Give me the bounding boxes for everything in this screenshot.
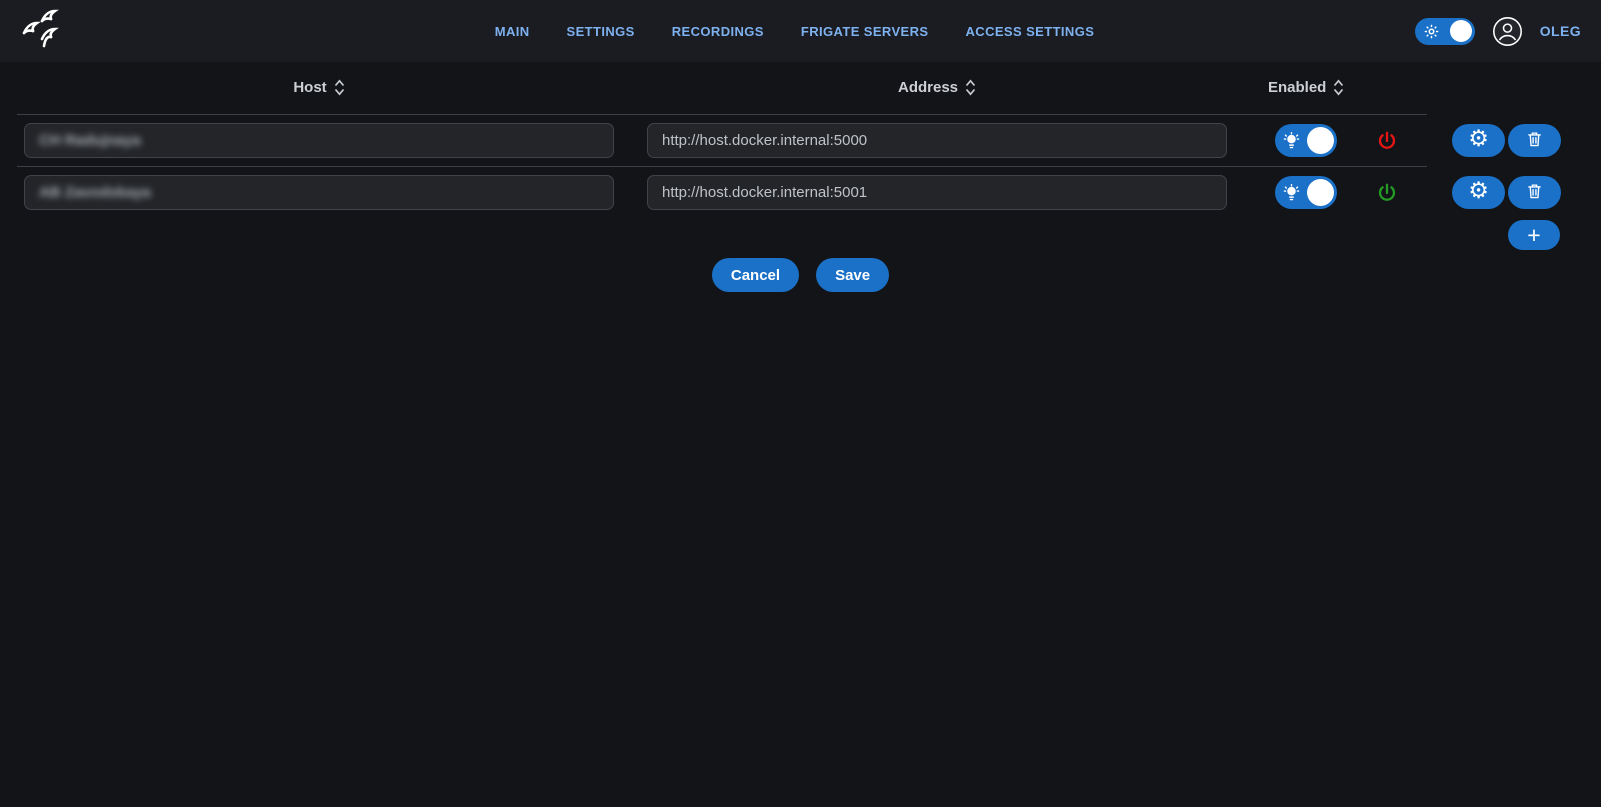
enabled-toggle[interactable] — [1275, 124, 1337, 157]
user-avatar[interactable] — [1492, 16, 1523, 47]
toggle-knob — [1307, 179, 1334, 206]
top-navbar: MAIN SETTINGS RECORDINGS FRIGATE SERVERS… — [0, 0, 1601, 62]
navbar-right-group: OLEG — [1415, 16, 1581, 47]
gear-icon: ⚙ — [1468, 180, 1489, 203]
address-field-wrap — [647, 175, 1227, 210]
server-row: ⚙ — [0, 115, 1601, 166]
server-settings-button[interactable]: ⚙ — [1452, 176, 1505, 209]
nav-link-frigate-servers[interactable]: FRIGATE SERVERS — [801, 24, 929, 39]
bulb-icon — [1283, 131, 1300, 155]
form-buttons: Cancel Save — [0, 258, 1601, 292]
enabled-toggle[interactable] — [1275, 176, 1337, 209]
theme-toggle[interactable] — [1415, 18, 1475, 45]
power-status-icon — [1367, 130, 1407, 152]
gear-icon: ⚙ — [1468, 128, 1489, 151]
theme-toggle-knob — [1450, 20, 1472, 42]
add-row: + — [0, 220, 1601, 250]
nav-link-recordings[interactable]: RECORDINGS — [672, 24, 764, 39]
server-settings-button[interactable]: ⚙ — [1452, 124, 1505, 157]
username[interactable]: OLEG — [1540, 23, 1581, 39]
servers-page: Host Address Enabled — [0, 62, 1601, 292]
power-status-icon — [1367, 182, 1407, 204]
server-row: ⚙ — [0, 167, 1601, 218]
host-field-wrap — [24, 123, 614, 158]
sort-chevrons-icon — [965, 79, 976, 96]
trash-icon — [1526, 182, 1543, 204]
column-header-enabled-label: Enabled — [1268, 79, 1326, 96]
column-header-host[interactable]: Host — [293, 79, 344, 96]
host-input[interactable] — [39, 184, 599, 201]
toggle-knob — [1307, 127, 1334, 154]
column-header-host-label: Host — [293, 79, 326, 96]
user-icon — [1492, 34, 1523, 51]
sun-icon — [1424, 24, 1439, 44]
cancel-button[interactable]: Cancel — [712, 258, 799, 292]
main-nav: MAIN SETTINGS RECORDINGS FRIGATE SERVERS… — [495, 0, 1095, 62]
address-input[interactable] — [662, 184, 1212, 201]
address-field-wrap — [647, 123, 1227, 158]
nav-link-settings[interactable]: SETTINGS — [567, 24, 635, 39]
sort-chevrons-icon — [334, 79, 345, 96]
sort-chevrons-icon — [1333, 79, 1344, 96]
address-input[interactable] — [662, 132, 1212, 149]
nav-link-access-settings[interactable]: ACCESS SETTINGS — [965, 24, 1094, 39]
nav-link-main[interactable]: MAIN — [495, 24, 530, 39]
trash-icon — [1526, 130, 1543, 152]
bulb-icon — [1283, 183, 1300, 207]
row-actions: ⚙ — [1452, 124, 1561, 157]
table-header-row: Host Address Enabled — [0, 62, 1601, 114]
add-server-button[interactable]: + — [1508, 220, 1560, 250]
server-delete-button[interactable] — [1508, 176, 1561, 209]
host-input[interactable] — [39, 132, 599, 149]
frigate-birds-logo-icon — [20, 7, 60, 56]
column-header-enabled[interactable]: Enabled — [1268, 79, 1344, 96]
column-header-address-label: Address — [898, 79, 958, 96]
row-actions: ⚙ — [1452, 176, 1561, 209]
server-delete-button[interactable] — [1508, 124, 1561, 157]
save-button[interactable]: Save — [816, 258, 889, 292]
column-header-address[interactable]: Address — [898, 79, 976, 96]
host-field-wrap — [24, 175, 614, 210]
app-logo[interactable] — [20, 9, 60, 53]
